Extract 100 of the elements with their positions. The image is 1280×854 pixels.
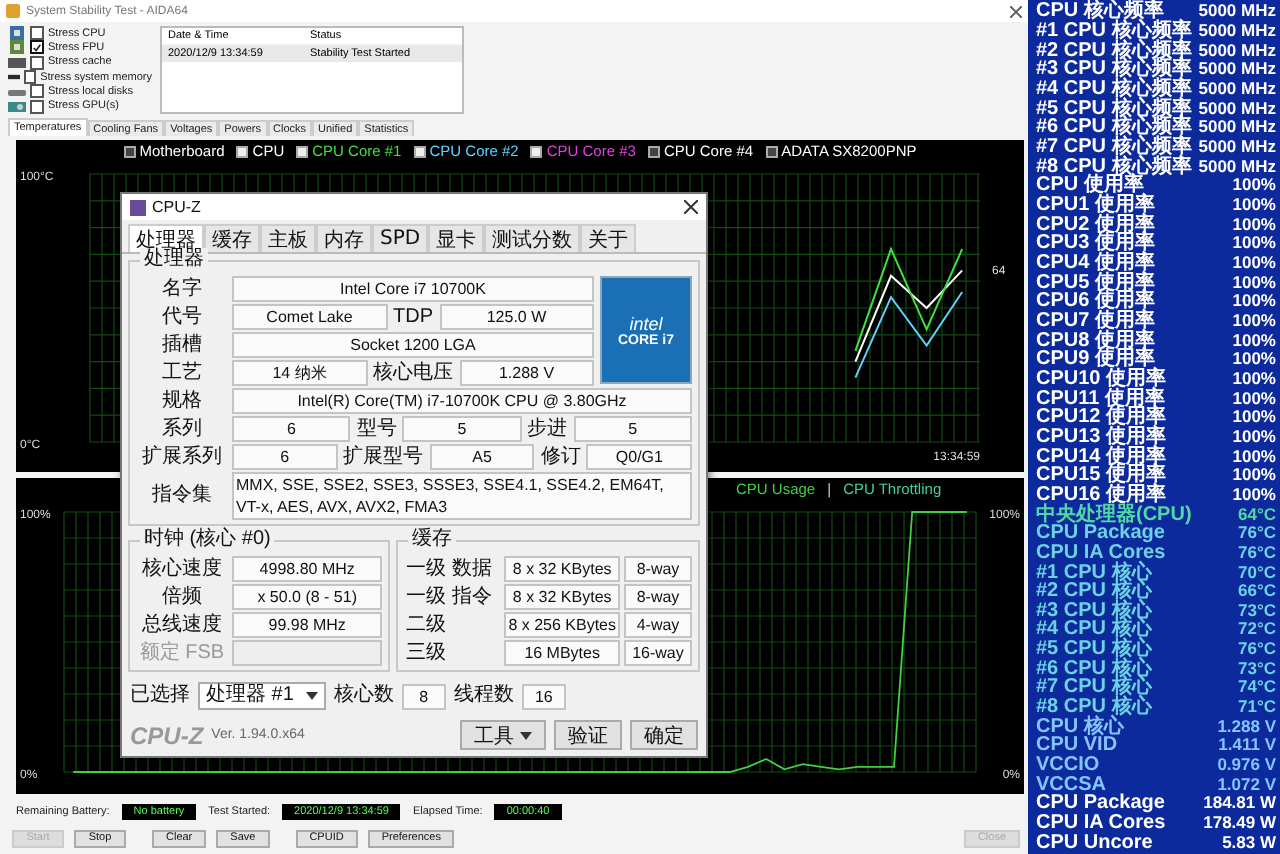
close-icon[interactable]	[684, 200, 698, 214]
value-field: 16-way	[624, 640, 692, 666]
field-label: 步进	[525, 417, 570, 441]
value-field: 16	[521, 683, 566, 709]
sensor-value: 66°C	[1238, 582, 1276, 602]
sensor-value: 100%	[1232, 466, 1276, 486]
sensor-value: 72°C	[1238, 620, 1276, 641]
sensor-value: 100%	[1232, 234, 1276, 255]
field-label: 二级	[404, 613, 449, 637]
tab[interactable]: 关于	[580, 224, 637, 252]
sensor-label: CPU Package	[1036, 524, 1165, 544]
checkbox[interactable]	[30, 26, 44, 41]
sensor-value: 74°C	[1238, 678, 1276, 699]
processor-dropdown[interactable]: 处理器 #1	[198, 682, 326, 710]
sensor-value: 100%	[1232, 331, 1276, 351]
legend-checkbox[interactable]	[647, 145, 660, 157]
legend-checkbox[interactable]	[236, 145, 249, 157]
sensor-label: CPU12 使用率	[1036, 408, 1167, 428]
field-label: 总线速度	[140, 613, 224, 637]
sensor-label: CPU1 使用率	[1036, 196, 1155, 216]
dialog-button[interactable]: 验证	[554, 720, 622, 750]
value-field: 5	[573, 416, 692, 442]
sensor-value: 100%	[1232, 485, 1276, 506]
legend-checkbox[interactable]	[530, 145, 543, 157]
value-field: 125.0 W	[439, 304, 594, 330]
legend-checkbox[interactable]	[765, 145, 778, 157]
field-label: 扩展型号	[341, 445, 426, 469]
brand-label: CPU-Z	[130, 721, 204, 749]
sensor-label: CPU 核心	[1036, 717, 1124, 737]
field-label: TDP	[391, 305, 435, 329]
memory-icon	[8, 70, 21, 85]
sensor-value: 178.49 W	[1203, 814, 1276, 834]
field-label: 修订	[538, 445, 583, 469]
tab[interactable]: 显卡	[428, 224, 485, 252]
sensor-value: 100%	[1232, 408, 1276, 428]
close-icon[interactable]	[1010, 5, 1022, 17]
sensor-label: CPU VID	[1036, 736, 1118, 757]
tab[interactable]: 内存	[316, 224, 372, 252]
checkbox[interactable]	[30, 84, 44, 99]
sensor-label: 中央处理器(CPU)	[1036, 505, 1192, 525]
sensor-value: 184.81 W	[1203, 794, 1276, 815]
checkbox[interactable]	[24, 70, 37, 85]
dialog-button[interactable]: 工具	[460, 720, 546, 750]
sensor-value: 100%	[1232, 447, 1276, 467]
sensor-value: 70°C	[1238, 563, 1276, 583]
value-field: 5	[402, 416, 522, 442]
sensor-value: 100%	[1232, 350, 1276, 370]
sensor-label: CPU8 使用率	[1036, 331, 1155, 351]
field-label: 核心数	[331, 684, 396, 708]
app-icon	[130, 199, 146, 215]
sensor-value: 1.411 V	[1218, 736, 1276, 757]
value-field: A5	[429, 444, 535, 470]
sensor-label: CPU10 使用率	[1036, 369, 1167, 390]
sensor-value: 0.976 V	[1217, 756, 1276, 776]
value-field: Intel Core i7 10700K	[232, 276, 594, 302]
sensor-label: #5 CPU 核心频率	[1036, 99, 1192, 119]
sensor-value: 5000 MHz	[1198, 138, 1276, 158]
sensor-label: CPU5 使用率	[1036, 273, 1155, 293]
value-field: 4998.80 MHz	[232, 556, 383, 582]
field-label: 核心电压	[371, 361, 455, 385]
sensor-value: 76°C	[1238, 524, 1276, 544]
sensor-value: 76°C	[1238, 640, 1276, 660]
tab[interactable]: SPD	[372, 224, 429, 252]
value-field: 16 MBytes	[504, 640, 620, 666]
cache-icon	[8, 55, 26, 70]
dialog-button[interactable]: 确定	[630, 720, 698, 750]
gpu-icon	[8, 99, 26, 114]
sensor-label: CPU4 使用率	[1036, 254, 1155, 274]
sensor-label: #5 CPU 核心	[1036, 640, 1152, 660]
sensor-label: CPU Uncore	[1036, 833, 1153, 853]
sensor-value: 100%	[1232, 369, 1276, 390]
legend-checkbox[interactable]	[296, 145, 309, 157]
sensor-label: #2 CPU 核心	[1036, 582, 1152, 602]
sensor-label: CPU13 使用率	[1036, 427, 1167, 448]
tab[interactable]: 测试分数	[484, 224, 581, 252]
legend-checkbox[interactable]	[413, 145, 426, 157]
sensor-value: 5000 MHz	[1198, 60, 1276, 81]
checkbox[interactable]	[30, 99, 44, 114]
sensor-label: CPU16 使用率	[1036, 485, 1167, 506]
sensor-value: 100%	[1232, 389, 1276, 409]
field-label: 型号	[354, 417, 399, 441]
tab[interactable]: 主板	[260, 224, 316, 252]
value-field: 8-way	[624, 556, 692, 582]
checkbox[interactable]	[30, 40, 44, 55]
sensor-value: 5000 MHz	[1198, 118, 1276, 139]
checkbox[interactable]	[30, 55, 44, 70]
sensor-value: 5000 MHz	[1198, 22, 1276, 42]
legend-checkbox[interactable]	[123, 145, 136, 157]
value-field: MMX, SSE, SSE2, SSE3, SSSE3, SSE4.1, SSE4.2, EM64T, VT-x, AES, AVX, AVX2, FMA3	[232, 472, 692, 520]
sensor-label: CPU9 使用率	[1036, 350, 1155, 370]
window-title: CPU-Z	[152, 198, 201, 216]
sensor-value: 5000 MHz	[1198, 41, 1276, 61]
cpu-icon	[8, 26, 26, 41]
sensor-value: 1.288 V	[1217, 717, 1276, 737]
value-field: Q0/G1	[586, 444, 693, 470]
sensor-value: 76°C	[1238, 543, 1276, 564]
sensor-label: CPU11 使用率	[1036, 389, 1165, 409]
tab[interactable]: 缓存	[204, 224, 260, 252]
value-field: 14 纳米	[232, 360, 367, 386]
field-label: 名字	[160, 277, 204, 301]
